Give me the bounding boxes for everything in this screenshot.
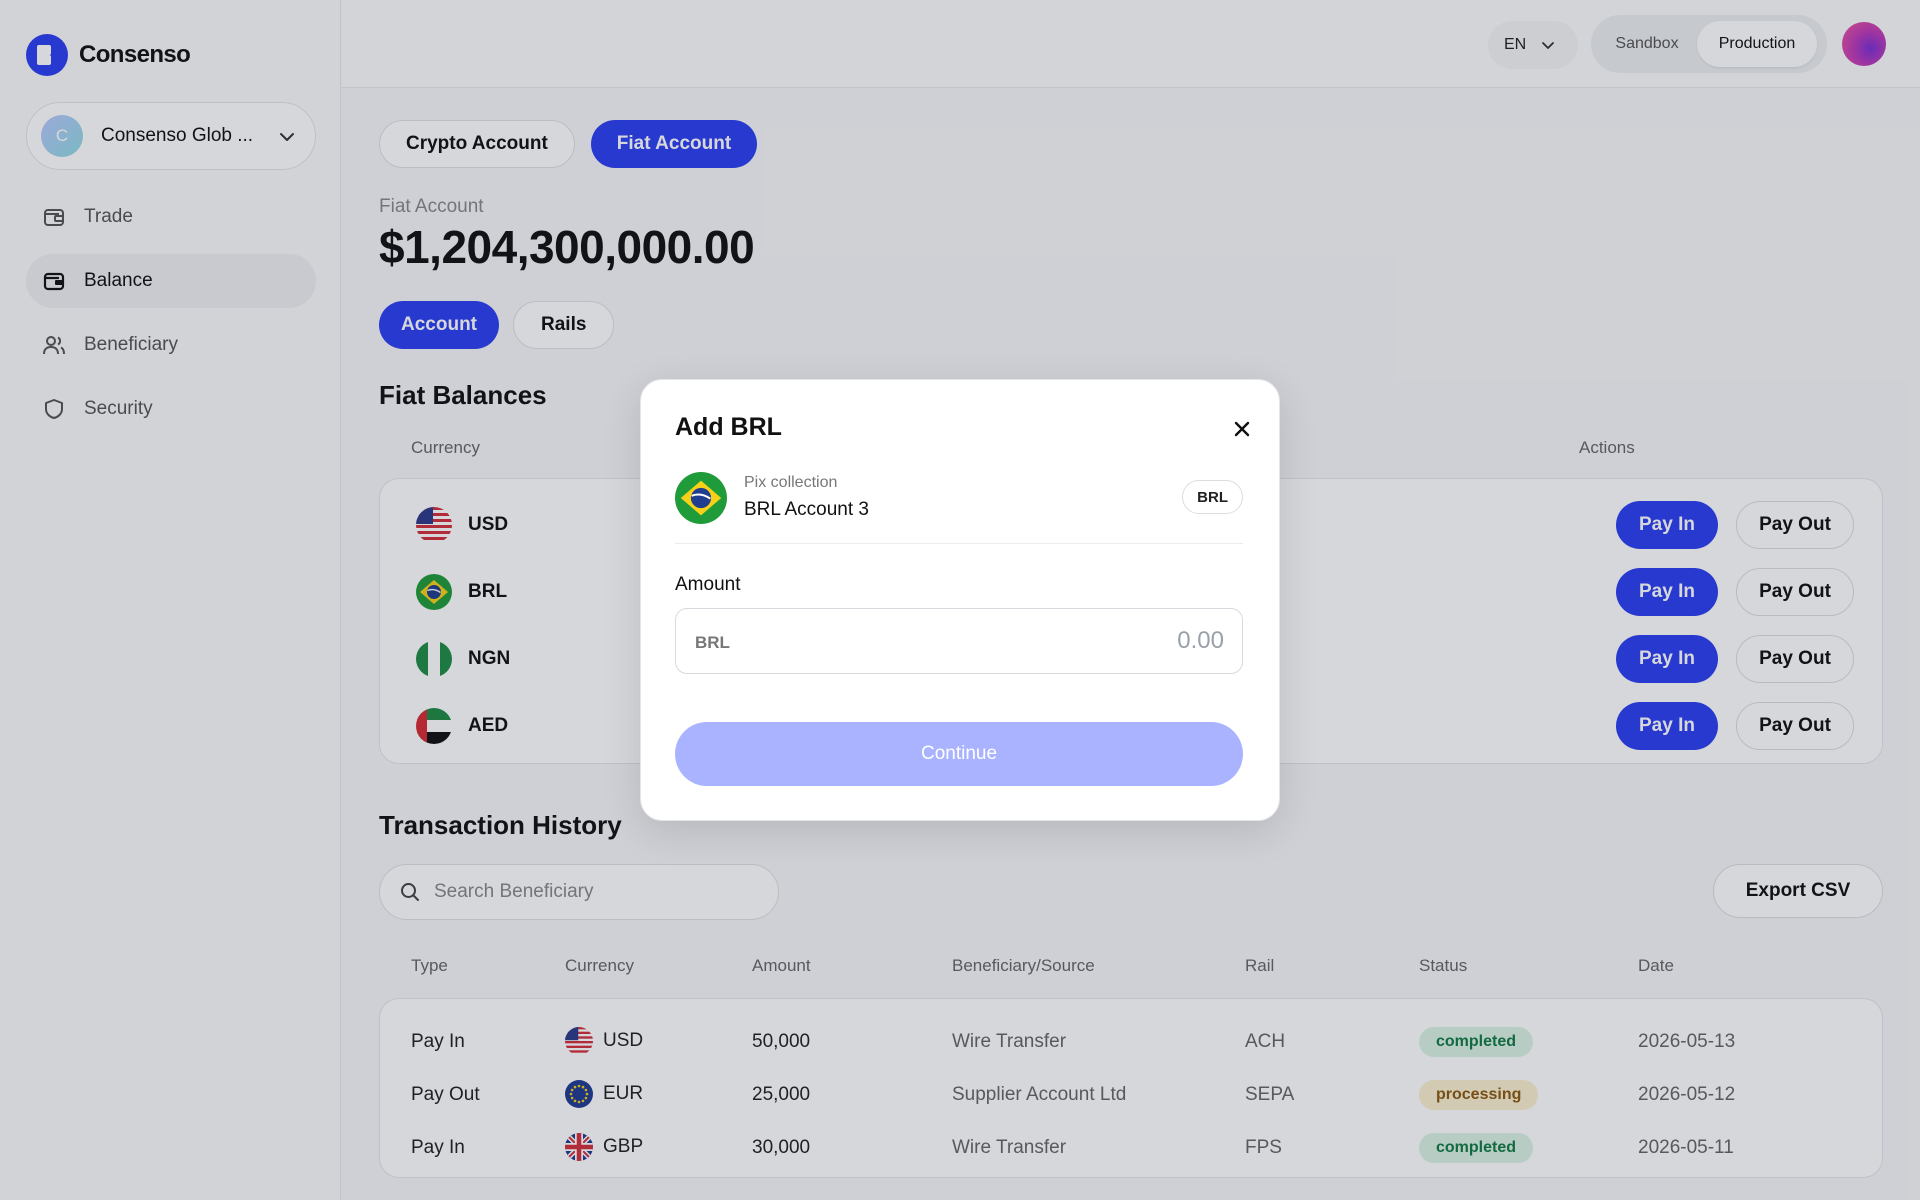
amount-placeholder: 0.00 [1177,627,1224,654]
currency-chip: BRL [1182,480,1243,514]
continue-button[interactable]: Continue [675,722,1243,786]
account-name: BRL Account 3 [744,499,869,520]
brazil-flag-icon [675,472,727,524]
close-icon[interactable] [1229,416,1255,442]
selected-account: Pix collection BRL Account 3 BRL [675,472,1243,544]
payment-method: Pix collection [744,474,838,491]
add-currency-modal: Add BRL Pix collection BRL Account 3 BRL… [640,379,1280,821]
amount-currency-prefix: BRL [695,633,730,652]
amount-input[interactable]: BRL 0.00 [675,608,1243,674]
modal-title: Add BRL [675,413,782,441]
amount-label: Amount [675,574,741,595]
